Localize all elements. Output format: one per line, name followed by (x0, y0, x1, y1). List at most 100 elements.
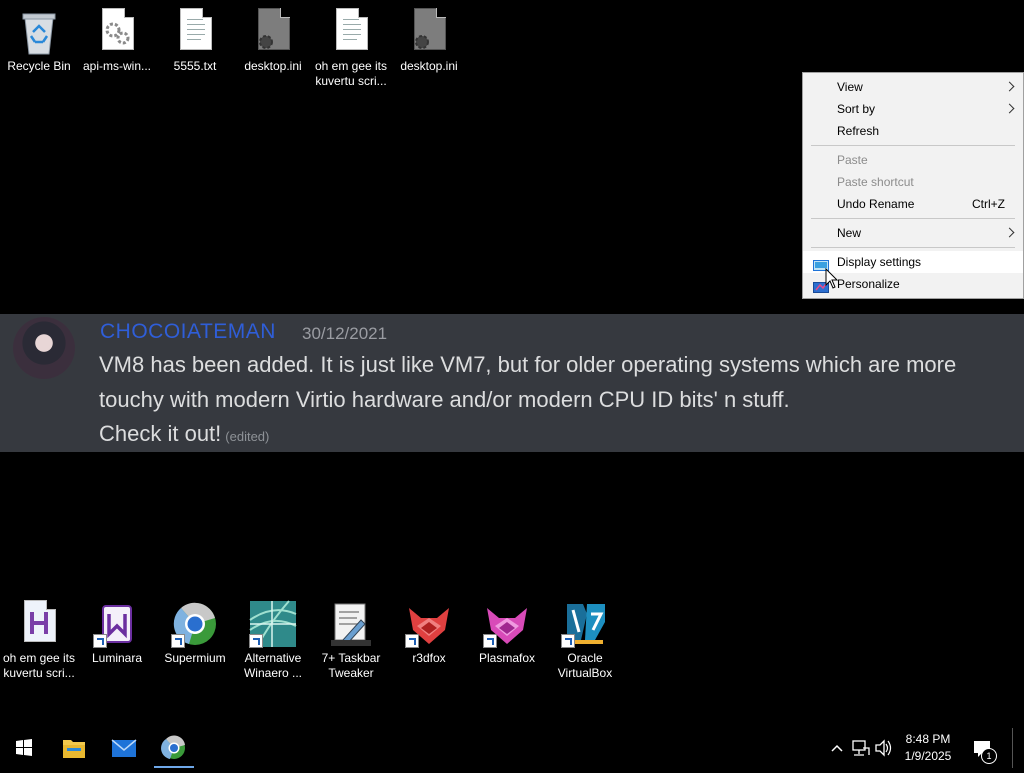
tweaker-icon (327, 600, 375, 648)
menu-separator (811, 218, 1015, 219)
menu-item-label: Sort by (837, 102, 876, 116)
notification-count-badge: 1 (981, 748, 997, 764)
clock-time[interactable]: 8:48 PM (898, 732, 958, 746)
desktop-icon-api-ms-win[interactable]: api-ms-win... (79, 8, 155, 74)
folder-icon (63, 740, 85, 758)
recycle-bin-icon (15, 8, 63, 56)
avatar (13, 317, 75, 379)
desktop-icon-label: Supermium (164, 651, 226, 665)
menu-item-sort-by[interactable]: Sort by (803, 98, 1023, 120)
speaker-icon (875, 739, 892, 757)
desktop-icon-label: Alternative Winaero ... (243, 651, 303, 680)
menu-item-label: Paste (837, 153, 868, 167)
tray-volume-button[interactable] (872, 728, 894, 768)
desktop-icon-label: desktop.ini (244, 59, 302, 73)
desktop-context-menu: View Sort by Refresh Paste Paste shortcu… (802, 72, 1024, 299)
menu-separator (811, 145, 1015, 146)
network-icon (852, 740, 870, 756)
menu-item-label: New (837, 226, 862, 240)
menu-item-label: View (837, 80, 863, 94)
menu-item-new[interactable]: New (803, 222, 1023, 244)
desktop-icon-label: r3dfox (412, 651, 446, 665)
menu-item-paste-shortcut[interactable]: Paste shortcut (803, 171, 1023, 193)
mouse-cursor-icon (825, 268, 839, 289)
start-button[interactable] (0, 728, 48, 768)
desktop-icon-alternative-winaero[interactable]: Alternative Winaero ... (235, 600, 311, 681)
chat-username: CHOCOIATEMAN (100, 320, 276, 343)
chevron-right-icon (1004, 103, 1015, 114)
config-file-icon (249, 8, 297, 56)
tray-network-button[interactable] (849, 728, 871, 768)
menu-item-label: Paste shortcut (837, 175, 914, 189)
text-file-icon (171, 8, 219, 56)
chat-message-line: touchy with modern Virtio hardware and/o… (99, 387, 790, 412)
shortcut-arrow-icon (171, 634, 185, 648)
clock-date[interactable]: 1/9/2025 (898, 749, 958, 763)
desktop-icon-label: Recycle Bin (7, 59, 71, 73)
windows-logo-icon (16, 739, 32, 756)
desktop-icon-r3dfox[interactable]: r3dfox (391, 600, 467, 666)
desktop-icon-supermium[interactable]: Supermium (157, 600, 233, 666)
desktop-icon-label: oh em gee its kuvertu scri... (314, 59, 388, 88)
menu-item-paste[interactable]: Paste (803, 149, 1023, 171)
desktop-icon-label: 5555.txt (173, 59, 217, 73)
desktop-icon-label: 7+ Taskbar Tweaker (321, 651, 381, 680)
display-icon (813, 256, 829, 271)
chevron-right-icon (1004, 81, 1015, 92)
supermium-icon (171, 600, 219, 648)
config-file-icon (405, 8, 453, 56)
desktop-icon-oracle-virtualbox[interactable]: Oracle VirtualBox (547, 600, 623, 681)
menu-item-undo-rename[interactable]: Undo Rename Ctrl+Z (803, 193, 1023, 215)
chevron-right-icon (1004, 227, 1015, 238)
taskbar: 8:48 PM 1/9/2025 1 (0, 728, 1024, 768)
chat-message-line-3: Check it out! (edited) (99, 421, 269, 447)
taskbar-mail[interactable] (100, 728, 148, 768)
menu-item-shortcut: Ctrl+Z (972, 197, 1005, 211)
taskbar-file-explorer[interactable] (50, 728, 98, 768)
desktop-icon-luminara[interactable]: Luminara (79, 600, 155, 666)
desktop-icon-plasmafox[interactable]: Plasmafox (469, 600, 545, 666)
desktop-icon-label: Plasmafox (478, 651, 536, 665)
menu-item-label: Undo Rename (837, 197, 915, 211)
chat-edited-tag: (edited) (225, 429, 270, 444)
desktop-icon-5555-txt[interactable]: 5555.txt (157, 8, 233, 74)
r3dfox-icon (405, 600, 453, 648)
desktop-icon-label: Oracle VirtualBox (557, 651, 613, 680)
chat-timestamp: 30/12/2021 (302, 324, 388, 343)
shortcut-arrow-icon (93, 634, 107, 648)
chevron-up-icon (831, 744, 843, 752)
show-desktop-button[interactable] (1012, 728, 1024, 768)
menu-separator (811, 247, 1015, 248)
menu-item-label: Refresh (837, 124, 880, 138)
shortcut-arrow-icon (405, 634, 419, 648)
shortcut-arrow-icon (483, 634, 497, 648)
desktop-icon-recycle-bin[interactable]: Recycle Bin (1, 8, 77, 74)
desktop-icon-7-taskbar-tweaker[interactable]: 7+ Taskbar Tweaker (313, 600, 389, 681)
taskbar-supermium[interactable] (150, 728, 198, 768)
desktop-icon-kuvertu-script-2[interactable]: oh em gee its kuvertu scri... (1, 600, 77, 681)
chat-message-text: Check it out! (99, 421, 222, 446)
shortcut-arrow-icon (249, 634, 263, 648)
desktop-icon-desktop-ini-2[interactable]: desktop.ini (391, 8, 467, 74)
tray-overflow-button[interactable] (826, 728, 848, 768)
settings-file-icon (93, 8, 141, 56)
winaero-icon (249, 600, 297, 648)
desktop-icon-label: api-ms-win... (82, 59, 151, 73)
menu-item-view[interactable]: View (803, 76, 1023, 98)
desktop-icon-label: desktop.ini (400, 59, 458, 73)
menu-item-refresh[interactable]: Refresh (803, 120, 1023, 142)
desktop-icon-label: oh em gee its kuvertu scri... (2, 651, 76, 680)
desktop-icon-desktop-ini[interactable]: desktop.ini (235, 8, 311, 74)
text-file-icon (327, 8, 375, 56)
desktop-icon-kuvertu-script[interactable]: oh em gee its kuvertu scri... (313, 8, 389, 89)
plasmafox-icon (483, 600, 531, 648)
shortcut-arrow-icon (561, 634, 575, 648)
script-file-icon (15, 600, 63, 648)
action-center-button[interactable]: 1 (970, 728, 997, 768)
luminara-icon (93, 600, 141, 648)
menu-item-label: Personalize (837, 277, 900, 291)
desktop-icon-label: Luminara (91, 651, 143, 665)
virtualbox-icon (561, 600, 609, 648)
chat-message-line: VM8 has been added. It is just like VM7,… (99, 352, 957, 377)
mail-icon (111, 739, 137, 757)
